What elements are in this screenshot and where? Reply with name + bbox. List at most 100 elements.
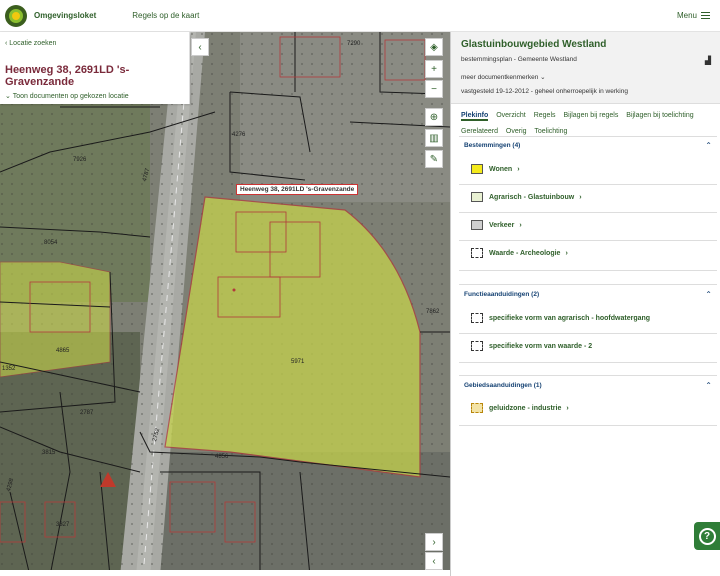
divider — [459, 333, 717, 334]
help-button[interactable]: ? — [694, 522, 720, 550]
list-item[interactable]: Agrarisch - Glastuinbouw › — [471, 192, 711, 202]
chevron-down-icon: ⌄ — [540, 74, 546, 81]
plan-title: Glastuinbouwgebied Westland — [461, 39, 607, 50]
chevron-right-icon: › — [579, 193, 582, 201]
hoofdwatergang-swatch-icon — [471, 313, 483, 323]
section-bestemmingen-title[interactable]: Bestemmingen (4) — [464, 142, 520, 149]
meer-documentkenmerken-button[interactable]: meer documentkenmerken ⌄ — [461, 73, 546, 81]
layers-icon: ◈ — [430, 41, 438, 53]
help-icon: ? — [698, 527, 716, 545]
divider — [459, 212, 717, 213]
tabs-divider — [459, 136, 717, 137]
tab-overzicht[interactable]: Overzicht — [496, 112, 526, 119]
chevron-left-icon: ‹ — [198, 41, 202, 53]
zoom-out-button[interactable]: − — [425, 80, 443, 98]
section-functieaanduidingen-title[interactable]: Functieaanduidingen (2) — [464, 291, 539, 298]
menu-button[interactable]: Menu — [677, 11, 710, 20]
zoom-in-button[interactable]: + — [425, 60, 443, 78]
menu-label: Menu — [676, 11, 697, 20]
toon-documenten-link[interactable]: ⌄ Toon documenten op gekozen locatie — [5, 92, 129, 100]
chevron-up-icon[interactable]: ⌃ — [705, 381, 712, 390]
app-title[interactable]: Omgevingsloket — [34, 11, 96, 20]
parcel-label: 3815 — [42, 450, 56, 456]
tab-bijlagen-bij-regels[interactable]: Bijlagen bij regels — [563, 112, 618, 119]
locate-button[interactable]: ⊕ — [425, 108, 443, 126]
chevron-up-icon[interactable]: ⌃ — [705, 141, 712, 150]
scale-bar — [0, 570, 450, 576]
item-label: Wonen — [489, 165, 513, 173]
map-view[interactable]: 7290 4276 7926 4787 8054 5971 4865 2787 … — [0, 32, 450, 576]
list-item[interactable]: specifieke vorm van agrarisch - hoofdwat… — [471, 313, 711, 323]
divider — [459, 375, 717, 376]
draw-icon: ✎ — [429, 153, 439, 165]
tab-overig[interactable]: Overig — [506, 128, 527, 135]
parcel-label: 7862 — [426, 309, 440, 315]
divider — [459, 362, 717, 363]
collapse-panel-button[interactable]: ‹ — [191, 38, 209, 56]
chevron-right-icon: › — [432, 536, 436, 548]
omgevingsloket-logo-icon[interactable] — [5, 4, 27, 27]
plan-subtitle: bestemmingsplan - Gemeente Westland — [461, 56, 577, 63]
tab-gerelateerd[interactable]: Gerelateerd — [461, 128, 498, 135]
layers-button[interactable]: ◈ — [425, 38, 443, 56]
archeologie-swatch-icon — [471, 248, 483, 258]
parcel-label: 5971 — [291, 359, 305, 365]
measure-icon: ▥ — [429, 132, 439, 144]
list-item[interactable]: specifieke vorm van waarde - 2 — [471, 341, 711, 351]
parcel-label: 7290 — [347, 41, 361, 47]
list-item[interactable]: Waarde - Archeologie › — [471, 248, 711, 258]
item-label: geluidzone - industrie — [489, 404, 562, 412]
parcel-label: 4865 — [56, 348, 70, 354]
chevron-right-icon: › — [519, 221, 522, 229]
tab-regels[interactable]: Regels — [534, 112, 556, 119]
item-label: Agrarisch - Glastuinbouw — [489, 193, 575, 201]
wonen-swatch-icon — [471, 164, 483, 174]
chevron-right-icon: › — [565, 249, 568, 257]
item-label: Verkeer — [489, 221, 515, 229]
divider — [459, 184, 717, 185]
chart-icon[interactable]: ▟ — [705, 56, 711, 65]
parcel-label: 2787 — [80, 410, 94, 416]
chevron-down-icon: ⌄ — [5, 93, 13, 100]
list-item[interactable]: geluidzone - industrie › — [471, 403, 711, 413]
divider — [459, 270, 717, 271]
tab-plekinfo[interactable]: Plekinfo — [461, 112, 489, 121]
back-label: Locatie zoeken — [9, 40, 57, 47]
waarde-2-swatch-icon — [471, 341, 483, 351]
list-item[interactable]: Wonen › — [471, 164, 711, 174]
chevron-left-icon: ‹ — [432, 555, 436, 567]
nav-regels-op-de-kaart[interactable]: Regels op de kaart — [132, 11, 199, 20]
divider — [459, 425, 717, 426]
item-label: specifieke vorm van agrarisch - hoofdwat… — [489, 314, 651, 322]
address-callout[interactable]: Heenweg 38, 2691LD 's-Gravenzande — [236, 184, 359, 195]
divider — [459, 240, 717, 241]
hamburger-icon — [701, 12, 710, 19]
tab-bijlagen-bij-toelichting[interactable]: Bijlagen bij toelichting — [626, 112, 693, 119]
section-gebiedsaanduidingen-title[interactable]: Gebiedsaanduidingen (1) — [464, 382, 542, 389]
plan-info-panel: Glastuinbouwgebied Westland bestemmingsp… — [450, 32, 720, 576]
verkeer-swatch-icon — [471, 220, 483, 230]
expand-right-button[interactable]: › — [425, 533, 443, 551]
top-bar: Omgevingsloket Regels op de kaart Menu — [0, 0, 720, 32]
zoom-in-icon: + — [431, 63, 437, 75]
item-label: specifieke vorm van waarde - 2 — [489, 342, 593, 350]
tab-toelichting[interactable]: Toelichting — [534, 128, 567, 135]
measure-button[interactable]: ▥ — [425, 129, 443, 147]
draw-button[interactable]: ✎ — [425, 150, 443, 168]
meer-label: meer documentkenmerken — [461, 74, 539, 81]
collapse-right-button[interactable]: ‹ — [425, 552, 443, 570]
parcel-label: 4276 — [232, 132, 246, 138]
plan-header: Glastuinbouwgebied Westland bestemmingsp… — [451, 32, 720, 104]
list-item[interactable]: Verkeer › — [471, 220, 711, 230]
chevron-right-icon: › — [566, 404, 569, 412]
parcel-label: 1352 — [2, 366, 16, 372]
geluidzone-swatch-icon — [471, 403, 483, 413]
chevron-up-icon[interactable]: ⌃ — [705, 290, 712, 299]
agrarisch-swatch-icon — [471, 192, 483, 202]
location-panel: ‹ Locatie zoeken Heenweg 38, 2691LD 's-G… — [0, 32, 190, 104]
map-canvas — [0, 32, 450, 576]
parcel-label: 8054 — [44, 240, 58, 246]
item-label: Waarde - Archeologie — [489, 249, 561, 257]
back-to-search-link[interactable]: ‹ Locatie zoeken — [5, 40, 56, 47]
plan-status: vastgesteld 19-12-2012 - geheel onherroe… — [461, 88, 628, 95]
